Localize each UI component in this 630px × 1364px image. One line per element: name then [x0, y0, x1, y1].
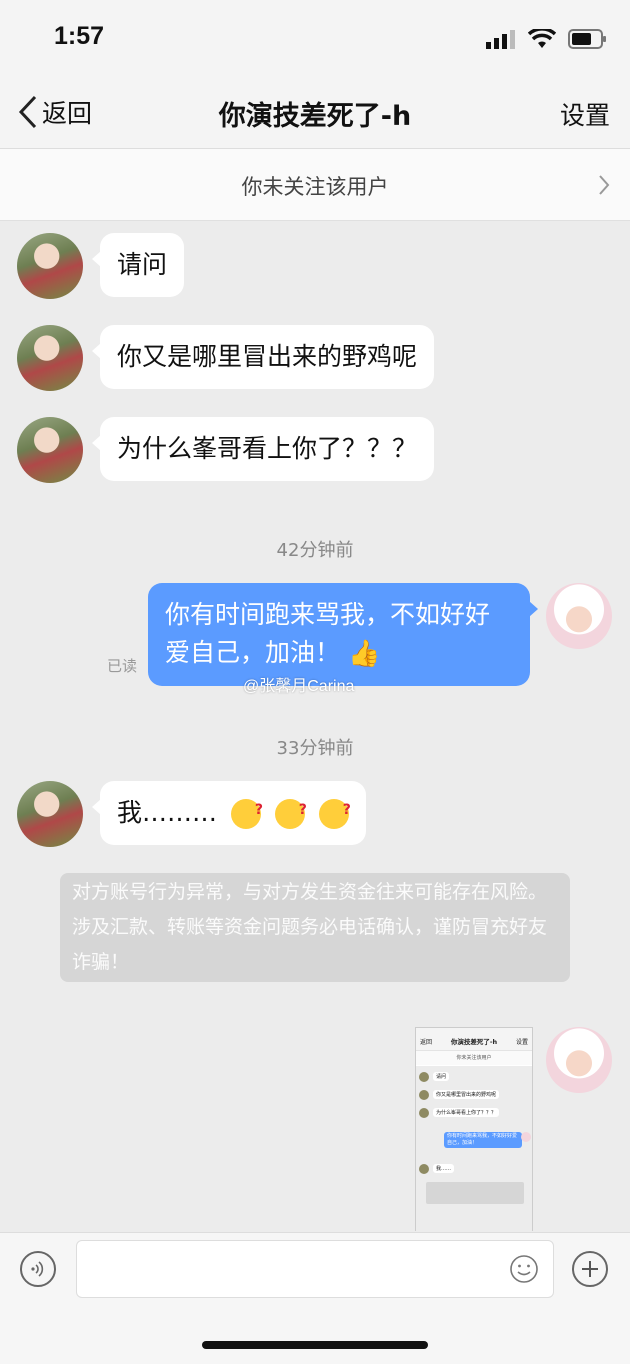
- message-text: 为什么峯哥看上你了？？？: [117, 434, 418, 463]
- risk-warning: 对方账号行为异常，与对方发生资金往来可能存在风险。涉及汇款、转账等资金问题务必电…: [60, 873, 570, 982]
- thumb-follow: 你未关注该用户: [416, 1051, 532, 1065]
- message-bubble[interactable]: 你又是哪里冒出来的野鸡呢: [91, 325, 435, 389]
- avatar[interactable]: [17, 325, 83, 391]
- thumb-bubble: 我……: [433, 1164, 455, 1173]
- wifi-icon: [528, 29, 556, 48]
- settings-button[interactable]: 设置: [560, 96, 610, 132]
- thumb-warning: [426, 1182, 524, 1204]
- confused-emoji-icon: [318, 791, 351, 829]
- watermark: @张馨月Carina: [243, 678, 355, 695]
- input-bar: [0, 1232, 630, 1364]
- chevron-right-icon: [599, 175, 610, 195]
- thumb-avatar: [419, 1072, 429, 1082]
- thumb-settings: 设置: [515, 1039, 528, 1046]
- message-text: 我………: [117, 798, 218, 827]
- voice-button[interactable]: [20, 1251, 56, 1287]
- risk-warning-text: 对方账号行为异常，与对方发生资金往来可能存在风险。涉及汇款、转账等资金问题务必电…: [72, 881, 548, 973]
- thumb-navbar: 返回 你演技差死了-h 设置: [416, 1028, 532, 1051]
- status-bar: 1:57: [0, 0, 630, 76]
- message-text: 请问: [117, 250, 168, 279]
- thumb-bubble: 请问: [433, 1072, 450, 1081]
- chevron-left-icon: [18, 95, 37, 129]
- thumbs-up-icon: 👍: [347, 639, 381, 669]
- thumb-title: 你演技差死了-h: [450, 1038, 498, 1046]
- back-label: 返回: [42, 99, 93, 128]
- emoji-icon[interactable]: [509, 1254, 539, 1284]
- message-text: 你又是哪里冒出来的野鸡呢: [117, 342, 418, 371]
- thumb-avatar-self: [521, 1132, 531, 1142]
- confused-emoji-icon: [230, 791, 263, 829]
- message-timestamp: 33分钟前: [276, 738, 354, 759]
- nav-bar: 返回 你演技差死了-h 设置: [0, 76, 630, 149]
- chat-area[interactable]: 请问 你又是哪里冒出来的野鸡呢 为什么峯哥看上你了？？？ 42分钟前 已读 你有…: [0, 221, 630, 1231]
- thumb-bubble-sent: 你有时间跑来骂我，不如好好爱自己，加油！: [444, 1132, 522, 1148]
- thumb-chat: 请问 你又是哪里冒出来的野鸡呢 为什么峯哥看上你了？？？ 你有时间跑来骂我，不如…: [416, 1066, 532, 1231]
- read-status: 已读: [107, 657, 138, 675]
- message-bubble[interactable]: 请问: [91, 233, 185, 297]
- thumb-bubble: 为什么峯哥看上你了？？？: [433, 1108, 500, 1117]
- battery-icon: [568, 29, 606, 49]
- thumb-avatar: [419, 1090, 429, 1100]
- add-button[interactable]: [572, 1251, 608, 1287]
- status-icons: [486, 28, 608, 50]
- avatar[interactable]: [17, 781, 83, 847]
- follow-notice[interactable]: 你未关注该用户: [0, 149, 630, 221]
- message-bubble[interactable]: 为什么峯哥看上你了？？？: [91, 417, 435, 481]
- message-input[interactable]: [76, 1240, 554, 1298]
- signal-icon: [486, 30, 515, 49]
- page-title: 你演技差死了-h: [218, 101, 412, 132]
- thumb-avatar: [419, 1108, 429, 1118]
- avatar-self[interactable]: [546, 1027, 612, 1093]
- message-text: 你有时间跑来骂我，不如好好爱自己，加油！: [165, 600, 491, 667]
- thumb-avatar: [419, 1164, 429, 1174]
- add-icon: [582, 1261, 598, 1277]
- message-timestamp: 42分钟前: [276, 540, 354, 561]
- message-bubble-sent[interactable]: 你有时间跑来骂我，不如好好爱自己，加油！ 👍: [148, 583, 538, 686]
- home-indicator[interactable]: [202, 1341, 428, 1349]
- voice-icon: [31, 1261, 44, 1277]
- confused-emoji-icon: [274, 791, 307, 829]
- follow-notice-text: 你未关注该用户: [241, 175, 389, 199]
- avatar-self[interactable]: [546, 583, 612, 649]
- avatar[interactable]: [17, 417, 83, 483]
- message-bubble[interactable]: 我………: [92, 781, 366, 845]
- screenshot-image-message[interactable]: 返回 你演技差死了-h 设置 你未关注该用户 请问 你又是哪里冒出来的野鸡呢 为…: [415, 1027, 533, 1231]
- status-time: 1:57: [54, 22, 105, 50]
- avatar[interactable]: [17, 233, 83, 299]
- thumb-bubble: 你又是哪里冒出来的野鸡呢: [433, 1090, 500, 1099]
- back-button[interactable]: 返回: [18, 94, 92, 130]
